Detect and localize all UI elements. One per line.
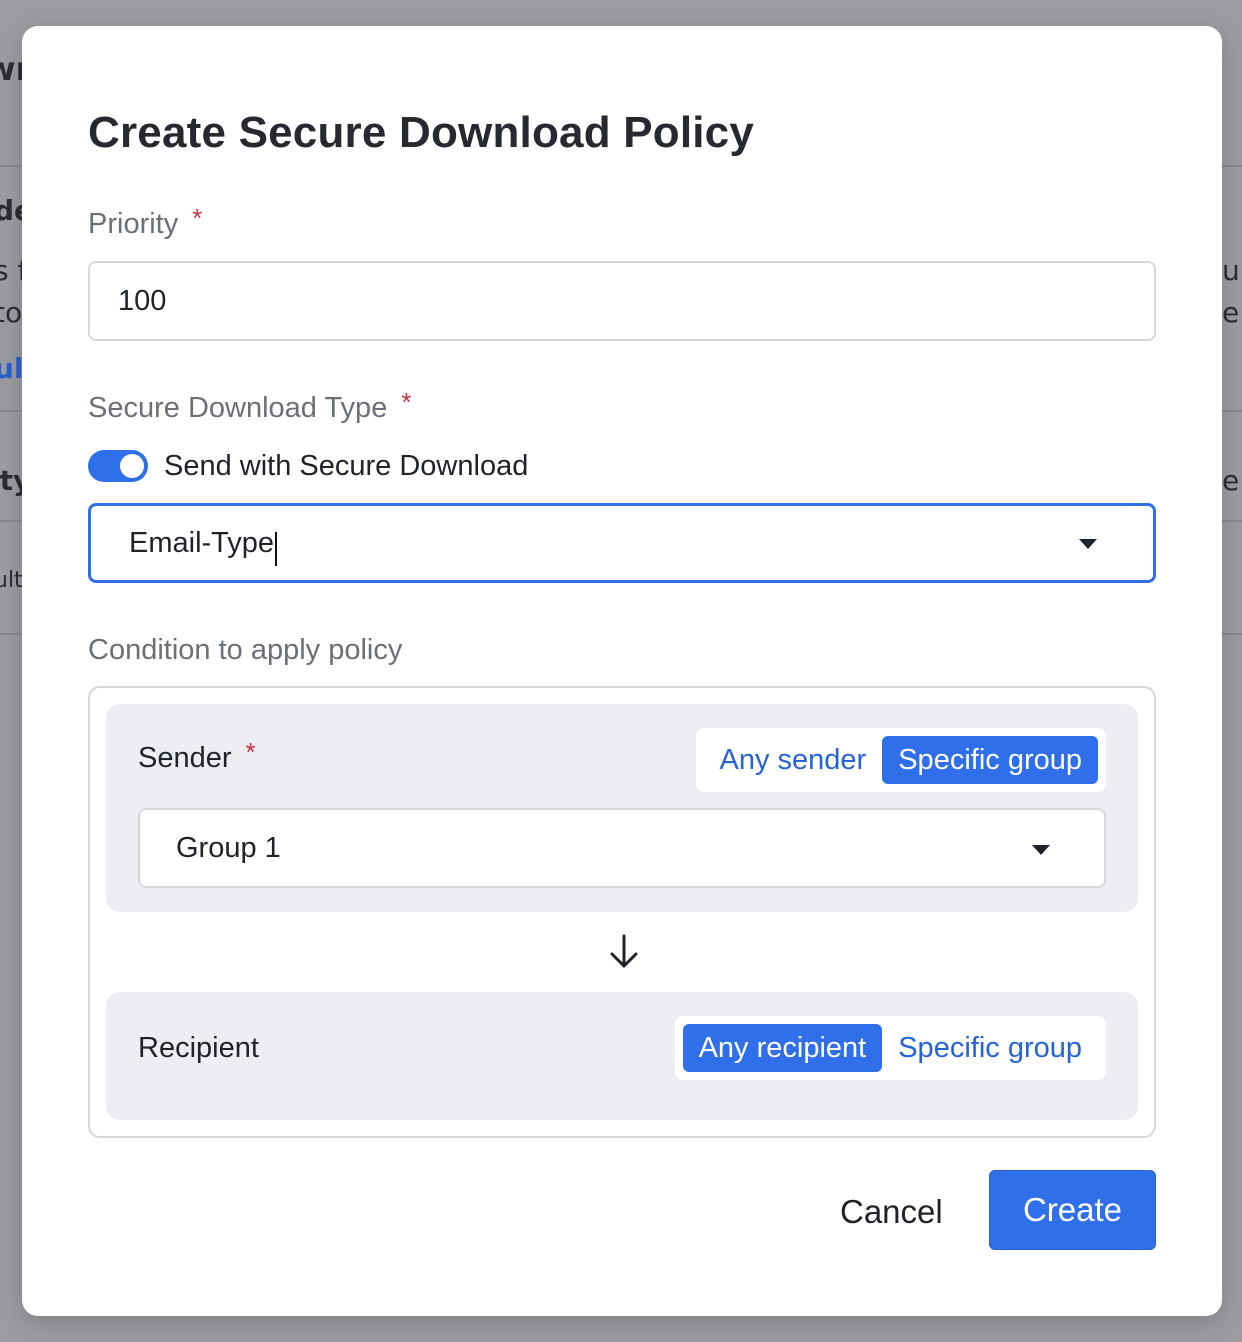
recipient-card: Recipient Any recipient Specific group	[106, 992, 1138, 1120]
create-policy-dialog: Create Secure Download Policy Priority * …	[22, 26, 1222, 1316]
specific-group-sender-option[interactable]: Specific group	[882, 736, 1098, 784]
condition-box: Sender * Any sender Specific group Group …	[88, 686, 1156, 1138]
create-button[interactable]: Create	[989, 1170, 1156, 1250]
secure-download-type-select[interactable]: Email-Type	[88, 503, 1156, 583]
background-text: ult	[0, 568, 23, 593]
recipient-label: Recipient	[138, 1032, 259, 1064]
sender-label: Sender *	[138, 737, 256, 775]
sender-group-select[interactable]: Group 1	[138, 808, 1106, 888]
sender-card: Sender * Any sender Specific group Group …	[106, 704, 1138, 912]
secure-download-toggle[interactable]	[88, 450, 148, 482]
secure-download-toggle-row: Send with Secure Download	[88, 446, 528, 486]
required-mark: *	[401, 387, 412, 417]
required-mark: *	[245, 737, 256, 767]
secure-download-type-label-text: Secure Download Type	[88, 392, 388, 424]
priority-label: Priority *	[88, 203, 202, 241]
required-mark: *	[192, 203, 203, 233]
selected-type-value: Email-Type	[129, 526, 275, 559]
condition-label: Condition to apply policy	[88, 634, 403, 666]
chevron-down-icon	[1079, 539, 1097, 549]
chevron-down-icon	[1032, 845, 1050, 855]
secure-download-type-label: Secure Download Type *	[88, 387, 411, 425]
arrow-down-icon	[610, 934, 638, 968]
text-cursor	[275, 532, 278, 566]
priority-label-text: Priority	[88, 208, 179, 240]
background-text: e	[1222, 464, 1240, 497]
background-text: ult	[1222, 254, 1242, 287]
specific-group-recipient-option[interactable]: Specific group	[882, 1024, 1098, 1072]
selected-group-value: Group 1	[176, 831, 281, 864]
dialog-title: Create Secure Download Policy	[88, 108, 755, 157]
recipient-segmented-control: Any recipient Specific group	[674, 1016, 1106, 1080]
toggle-knob	[120, 454, 144, 478]
sender-label-text: Sender	[138, 742, 232, 774]
background-text: to	[0, 296, 23, 329]
secure-download-toggle-label: Send with Secure Download	[164, 449, 529, 482]
any-recipient-option[interactable]: Any recipient	[682, 1024, 883, 1072]
priority-input[interactable]	[88, 261, 1156, 341]
sender-segmented-control: Any sender Specific group	[695, 728, 1106, 792]
cancel-button[interactable]: Cancel	[822, 1172, 961, 1252]
background-text: e r	[1222, 296, 1242, 329]
any-sender-option[interactable]: Any sender	[704, 736, 883, 784]
